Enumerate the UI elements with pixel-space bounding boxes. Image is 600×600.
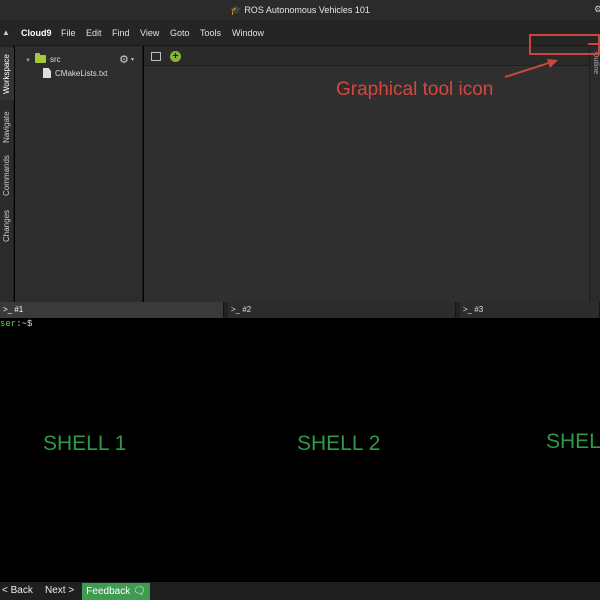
- file-tree-panel: ▼ src CMakeLists.txt ⚙ ▼: [15, 46, 143, 302]
- gear-icon[interactable]: ⚙: [119, 54, 129, 66]
- feedback-label: Feedback: [86, 586, 131, 597]
- menu-brand[interactable]: Cloud9: [21, 20, 52, 46]
- right-sidebar: Outline: [589, 46, 600, 302]
- terminal-tab-bar: >_ #1 >_ #2 >_ #3: [0, 302, 600, 318]
- menu-goto[interactable]: Goto: [170, 20, 190, 46]
- triangle-up-icon[interactable]: ▲: [2, 20, 12, 46]
- terminal-tab-3[interactable]: >_ #3: [460, 302, 600, 318]
- tree-item-label: src: [49, 55, 61, 64]
- tree-item-cmakelists[interactable]: CMakeLists.txt: [43, 68, 107, 80]
- menu-edit[interactable]: Edit: [86, 20, 102, 46]
- prompt-path: :~$: [16, 319, 33, 329]
- terminal-prompt: ser:~$: [0, 319, 32, 329]
- next-button[interactable]: Next >: [45, 582, 74, 600]
- tab-changes[interactable]: Changes: [0, 204, 14, 248]
- shell-label-3: SHELL 3: [546, 430, 600, 453]
- menu-tools[interactable]: Tools: [200, 20, 221, 46]
- folder-icon: [34, 53, 46, 63]
- tree-item-src[interactable]: ▼ src: [25, 53, 61, 66]
- gear-icon[interactable]: ⚙: [594, 4, 600, 14]
- feedback-button[interactable]: Feedback 🗨: [82, 583, 150, 600]
- back-button[interactable]: < Back: [2, 582, 33, 600]
- annotation-highlight-box: [529, 34, 600, 55]
- window-titlebar: 🎓 ROS Autonomous Vehicles 101 ⚙: [0, 0, 600, 20]
- chat-bubble-icon: 🗨: [133, 586, 146, 597]
- tree-item-label: CMakeLists.txt: [55, 69, 108, 78]
- new-tab-icon[interactable]: [151, 52, 161, 61]
- tab-commands[interactable]: Commands: [0, 152, 14, 200]
- prompt-user: ser: [0, 319, 17, 329]
- add-icon[interactable]: +: [170, 51, 181, 62]
- tab-workspace[interactable]: Workspace: [0, 48, 14, 100]
- terminal-pane[interactable]: ser:~$ SHELL 1 SHELL 2 SHELL 3: [0, 318, 600, 582]
- tab-outline[interactable]: Outline: [590, 52, 600, 82]
- menu-bar: ▲ Cloud9 File Edit Find View Goto Tools …: [0, 20, 600, 46]
- graduation-cap-icon: 🎓: [230, 5, 242, 15]
- terminal-tab-1[interactable]: >_ #1: [0, 302, 224, 318]
- annotation-label: Graphical tool icon: [336, 79, 494, 100]
- bottom-navigation: < Back Next > Feedback 🗨: [0, 582, 600, 600]
- window-title: ROS Autonomous Vehicles 101: [244, 5, 370, 15]
- menu-find[interactable]: Find: [112, 20, 130, 46]
- terminal-tab-2[interactable]: >_ #2: [228, 302, 456, 318]
- tab-navigate[interactable]: Navigate: [0, 104, 14, 150]
- editor-toolbar: +: [144, 46, 589, 66]
- menu-file[interactable]: File: [61, 20, 76, 46]
- menu-view[interactable]: View: [140, 20, 159, 46]
- chevron-down-icon[interactable]: ▼: [25, 58, 31, 64]
- file-icon: [43, 68, 51, 78]
- shell-label-1: SHELL 1: [43, 432, 127, 455]
- caret-down-icon[interactable]: ▼: [130, 57, 135, 63]
- menu-window[interactable]: Window: [232, 20, 264, 46]
- shell-label-2: SHELL 2: [297, 432, 381, 455]
- left-sidebar: Workspace Navigate Commands Changes: [0, 46, 14, 302]
